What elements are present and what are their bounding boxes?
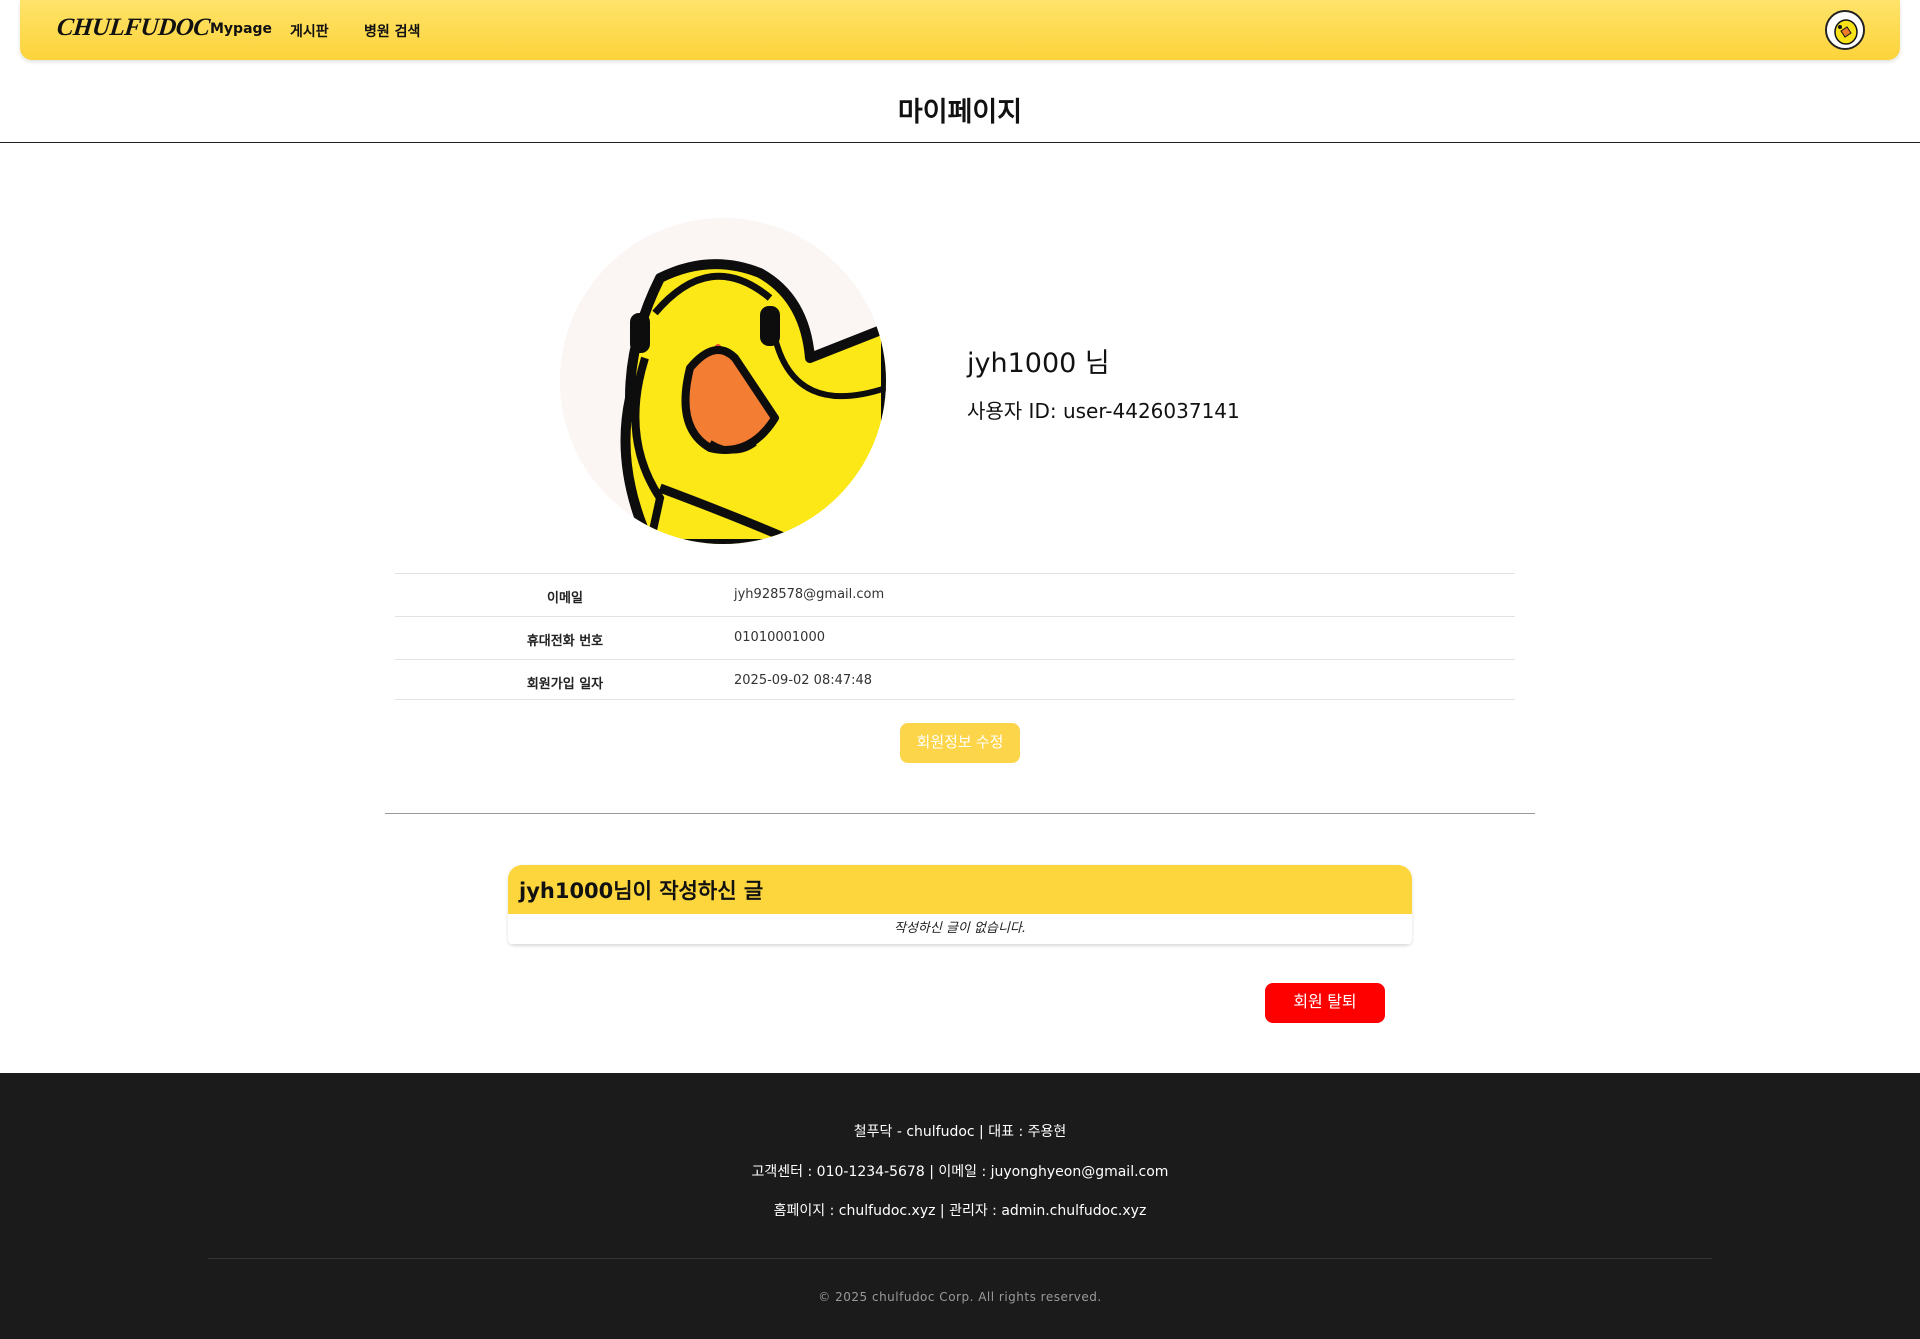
- footer-site-info: 홈페이지 : chulfudoc.xyz | 관리자 : admin.chulf…: [773, 1203, 1147, 1219]
- info-value-email: jyh928578@gmail.com: [734, 587, 885, 602]
- site-logo[interactable]: CHULFUDOC: [56, 14, 211, 42]
- edit-profile-button[interactable]: 회원정보 수정: [900, 723, 1020, 763]
- info-label: 휴대전화 번호: [526, 634, 604, 649]
- site-footer: 철푸닥 - chulfudoc | 대표 : 주용현 고객센터 : 010-12…: [0, 1073, 1920, 1339]
- info-row-phone: 휴대전화 번호 01010001000: [395, 616, 1515, 659]
- profile-username: jyh1000 님: [967, 348, 1110, 379]
- info-row-email: 이메일 jyh928578@gmail.com: [395, 573, 1515, 616]
- nav-link-mypage[interactable]: Mypage: [210, 21, 272, 37]
- top-navbar: CHULFUDOC Mypage 게시판 병원 검색: [20, 0, 1900, 60]
- nav-link-board[interactable]: 게시판: [290, 21, 329, 41]
- info-value-join-date: 2025-09-02 08:47:48: [734, 673, 873, 688]
- my-posts-empty-message: 작성하신 글이 없습니다.: [508, 914, 1412, 945]
- footer-divider: [208, 1258, 1712, 1259]
- footer-company-info: 철푸닥 - chulfudoc | 대표 : 주용현: [853, 1124, 1067, 1140]
- member-info-table: 이메일 jyh928578@gmail.com 휴대전화 번호 01010001…: [395, 573, 1515, 700]
- my-posts-panel: jyh1000님이 작성하신 글 작성하신 글이 없습니다.: [508, 865, 1412, 945]
- page-title: 마이페이지: [897, 97, 1023, 128]
- title-divider: [0, 142, 1920, 143]
- user-avatar-icon[interactable]: [1825, 10, 1865, 50]
- my-posts-header: jyh1000님이 작성하신 글: [508, 865, 1412, 914]
- info-label: 회원가입 일자: [526, 677, 604, 692]
- profile-user-id: 사용자 ID: user-4426037141: [967, 399, 1240, 423]
- info-row-join-date: 회원가입 일자 2025-09-02 08:47:48: [395, 659, 1515, 700]
- footer-contact-info: 고객센터 : 010-1234-5678 | 이메일 : juyonghyeon…: [751, 1164, 1169, 1180]
- info-value-phone: 01010001000: [734, 630, 825, 645]
- nav-link-hospital-search[interactable]: 병원 검색: [364, 21, 420, 41]
- section-divider: [385, 813, 1535, 814]
- info-label: 이메일: [547, 591, 583, 606]
- footer-copyright: © 2025 chulfudoc Corp. All rights reserv…: [818, 1290, 1102, 1304]
- withdraw-membership-button[interactable]: 회원 탈퇴: [1265, 983, 1385, 1023]
- profile-photo: [560, 218, 886, 544]
